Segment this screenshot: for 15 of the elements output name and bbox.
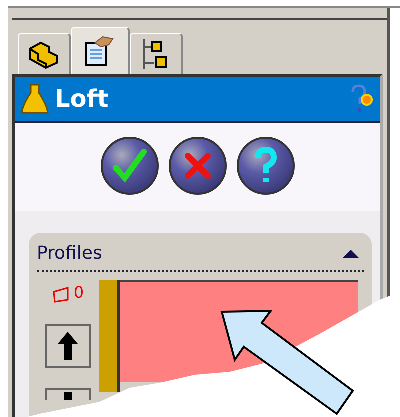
help-icon[interactable]	[350, 84, 374, 114]
move-up-button[interactable]	[45, 324, 91, 368]
tab[interactable]	[18, 33, 71, 74]
bell-icon	[21, 83, 49, 115]
document-icon	[83, 35, 117, 67]
move-down-button[interactable]	[45, 388, 91, 400]
profile-count: 0	[74, 286, 84, 300]
window-title: Loft	[55, 85, 109, 113]
group-title: Profiles	[37, 243, 102, 264]
tab[interactable]	[71, 27, 130, 74]
profile-icon	[52, 286, 72, 304]
up-arrow-icon	[57, 331, 79, 361]
part-icon	[27, 39, 61, 69]
tab[interactable]	[130, 33, 183, 74]
collapse-icon[interactable]	[342, 248, 360, 258]
